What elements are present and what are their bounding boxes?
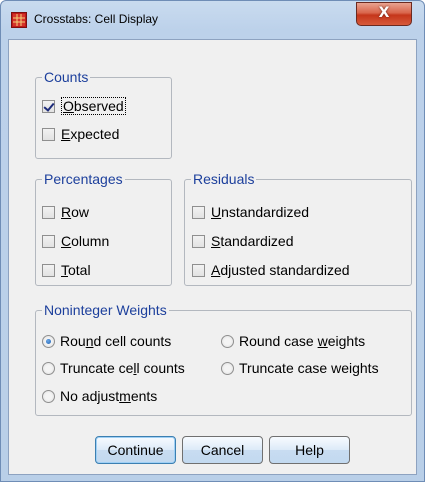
standardized-checkbox[interactable] xyxy=(192,234,205,248)
close-icon: X xyxy=(378,5,390,21)
round-cell-counts-post: d cell counts xyxy=(93,333,172,349)
unstandardized-checkbox[interactable] xyxy=(192,205,205,219)
unstandardized-mnemonic: U xyxy=(211,204,222,220)
total-label-rest: otal xyxy=(68,262,91,278)
expected-checkbox-row[interactable]: Expected xyxy=(42,125,119,143)
expected-mnemonic: E xyxy=(61,126,71,142)
truncate-cell-counts-pre: Truncate ce xyxy=(60,360,134,376)
unstandardized-label-rest: nstandardized xyxy=(221,204,310,220)
no-adjustments-post: ents xyxy=(130,388,158,404)
truncate-cell-counts-radio-row[interactable]: Truncate cell counts xyxy=(42,359,185,377)
truncate-cell-counts-radio[interactable] xyxy=(42,361,55,375)
round-cell-counts-pre: Rou xyxy=(60,333,86,349)
truncate-case-weights-post: hts xyxy=(359,360,379,376)
truncate-case-weights-pre: Truncate case wei xyxy=(239,360,353,376)
truncate-case-weights-radio-row[interactable]: Truncate case weights xyxy=(221,359,379,377)
adjusted-standardized-checkbox[interactable] xyxy=(192,263,205,277)
expected-label-rest: xpected xyxy=(70,126,120,142)
round-cell-counts-radio[interactable] xyxy=(42,334,55,348)
no-adjustments-label: No adjustments xyxy=(60,388,157,404)
observed-checkbox-row[interactable]: Observed xyxy=(42,97,126,115)
truncate-case-weights-label: Truncate case weights xyxy=(239,360,379,376)
round-cell-counts-label: Round cell counts xyxy=(60,333,171,349)
continue-button[interactable]: Continue xyxy=(95,436,176,464)
expected-checkbox[interactable] xyxy=(42,127,55,141)
round-case-weights-label: Round case weights xyxy=(239,333,365,349)
round-case-weights-post: eights xyxy=(327,333,366,349)
observed-mnemonic: O xyxy=(63,98,74,114)
observed-label: Observed xyxy=(61,97,126,115)
adjusted-standardized-checkbox-row[interactable]: Adjusted standardized xyxy=(192,261,350,279)
observed-label-rest: bserved xyxy=(73,98,124,114)
residuals-group-label: Residuals xyxy=(191,171,257,187)
dialog-body: Counts Observed Expected Percentages Row… xyxy=(8,39,417,475)
no-adjustments-mnemonic: m xyxy=(119,388,131,404)
cancel-button[interactable]: Cancel xyxy=(182,436,263,464)
round-cell-counts-radio-row[interactable]: Round cell counts xyxy=(42,332,171,350)
counts-group-label: Counts xyxy=(42,69,91,85)
percentages-group-label: Percentages xyxy=(42,171,125,187)
no-adjustments-radio-row[interactable]: No adjustments xyxy=(42,387,157,405)
column-label: Column xyxy=(61,233,109,249)
row-label: Row xyxy=(61,204,89,220)
total-label: Total xyxy=(61,262,91,278)
window-title: Crosstabs: Cell Display xyxy=(34,12,159,26)
title-bar[interactable]: Crosstabs: Cell Display X xyxy=(1,1,424,39)
total-checkbox-row[interactable]: Total xyxy=(42,261,91,279)
help-button[interactable]: Help xyxy=(269,436,350,464)
adjusted-standardized-mnemonic: A xyxy=(211,262,221,278)
row-label-rest: ow xyxy=(71,204,90,220)
truncate-case-weights-mnemonic: g xyxy=(352,360,360,376)
row-checkbox-row[interactable]: Row xyxy=(42,203,89,221)
app-grid-icon xyxy=(11,12,27,28)
no-adjustments-pre: No adjust xyxy=(60,388,120,404)
total-mnemonic: T xyxy=(61,262,68,278)
round-case-weights-pre: Round case xyxy=(239,333,318,349)
truncate-cell-counts-label: Truncate cell counts xyxy=(60,360,185,376)
truncate-cell-counts-post: l counts xyxy=(136,360,185,376)
column-mnemonic: C xyxy=(61,233,72,249)
adjusted-standardized-label: Adjusted standardized xyxy=(211,262,350,278)
noninteger-weights-group-label: Noninteger Weights xyxy=(42,302,169,318)
row-checkbox[interactable] xyxy=(42,205,55,219)
standardized-checkbox-row[interactable]: Standardized xyxy=(192,232,294,250)
round-case-weights-mnemonic: w xyxy=(317,333,328,349)
expected-label: Expected xyxy=(61,126,119,142)
total-checkbox[interactable] xyxy=(42,263,55,277)
standardized-label-rest: tandardized xyxy=(220,233,294,249)
round-case-weights-radio[interactable] xyxy=(221,334,234,348)
column-label-rest: olumn xyxy=(71,233,110,249)
column-checkbox[interactable] xyxy=(42,234,55,248)
standardized-mnemonic: S xyxy=(211,233,221,249)
counts-group: Counts xyxy=(35,69,172,159)
row-mnemonic: R xyxy=(61,204,72,220)
no-adjustments-radio[interactable] xyxy=(42,389,55,403)
unstandardized-label: Unstandardized xyxy=(211,204,309,220)
crosstabs-cell-display-dialog: Crosstabs: Cell Display X Counts Observe… xyxy=(0,0,425,482)
standardized-label: Standardized xyxy=(211,233,294,249)
close-button[interactable]: X xyxy=(356,2,412,26)
unstandardized-checkbox-row[interactable]: Unstandardized xyxy=(192,203,309,221)
observed-checkbox[interactable] xyxy=(42,99,55,113)
truncate-case-weights-radio[interactable] xyxy=(221,361,234,375)
adjusted-standardized-label-rest: djusted standardized xyxy=(220,262,350,278)
column-checkbox-row[interactable]: Column xyxy=(42,232,109,250)
round-case-weights-radio-row[interactable]: Round case weights xyxy=(221,332,365,350)
